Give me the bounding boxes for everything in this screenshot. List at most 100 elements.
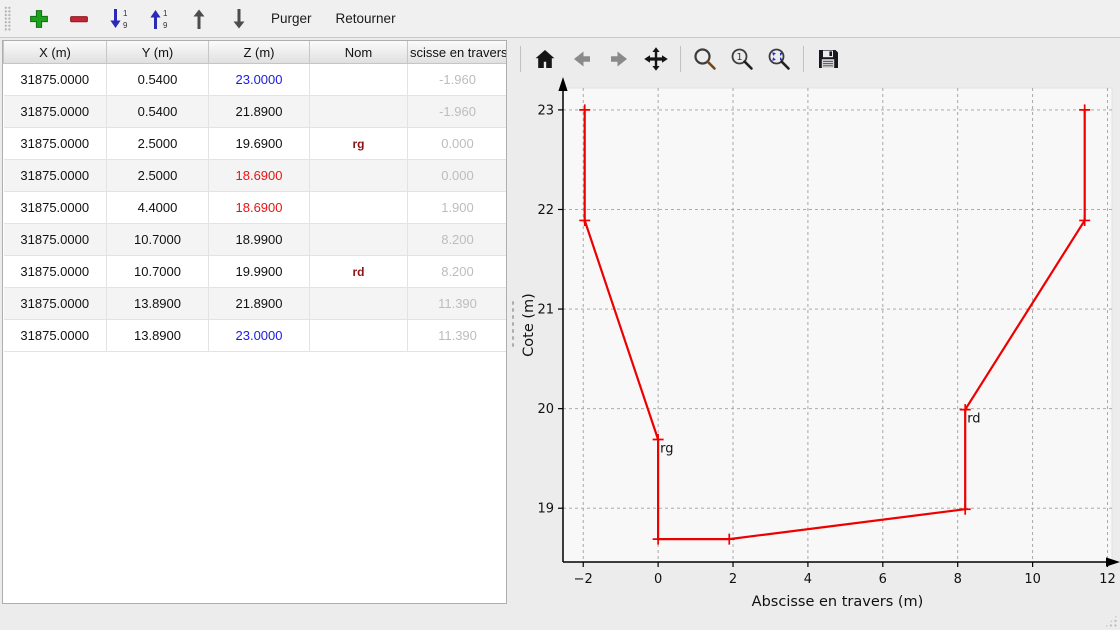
move-up-button[interactable]: [185, 5, 213, 33]
plot-area[interactable]: [563, 88, 1112, 562]
x-tick-label: 0: [654, 572, 662, 587]
svg-text:1: 1: [123, 9, 128, 18]
cell-nom[interactable]: rg: [310, 128, 408, 160]
cell-nom[interactable]: [310, 192, 408, 224]
purge-button[interactable]: Purger: [265, 6, 318, 31]
cell-z[interactable]: 21.8900: [209, 288, 310, 320]
x-tick-label: 6: [879, 572, 887, 587]
save-icon: [816, 47, 840, 71]
move-down-button[interactable]: [225, 5, 253, 33]
cell-nom[interactable]: [310, 288, 408, 320]
cell-y[interactable]: 0.5400: [107, 64, 209, 96]
cell-z[interactable]: 23.0000: [209, 320, 310, 352]
pan-button[interactable]: [643, 46, 669, 72]
cell-y[interactable]: 10.7000: [107, 256, 209, 288]
cell-z[interactable]: 23.0000: [209, 64, 310, 96]
cell-nom[interactable]: [310, 224, 408, 256]
cell-abscisse: -1.960: [408, 96, 508, 128]
y-tick-label: 21: [537, 303, 554, 318]
y-axis-arrow: [558, 77, 567, 91]
remove-row-button[interactable]: [65, 5, 93, 33]
cell-abscisse: 8.200: [408, 256, 508, 288]
flip-button[interactable]: Retourner: [330, 6, 402, 31]
cell-x[interactable]: 31875.0000: [4, 224, 107, 256]
y-axis-label: Cote (m): [521, 293, 537, 357]
splitter-handle[interactable]: [510, 298, 516, 350]
x-axis-label: Abscisse en travers (m): [752, 594, 924, 610]
home-button[interactable]: [532, 46, 558, 72]
cell-y[interactable]: 10.7000: [107, 224, 209, 256]
home-icon: [533, 47, 557, 71]
table-row: 31875.00000.540023.0000 -1.960: [4, 64, 508, 96]
table-row: 31875.000010.700018.99008.200: [4, 224, 508, 256]
cell-nom[interactable]: rd: [310, 256, 408, 288]
cell-abscisse: 0.000: [408, 160, 508, 192]
chart-panel: 1: [519, 40, 1120, 630]
remove-row-icon: [68, 8, 90, 30]
table-row: 31875.00000.540021.8900 -1.960: [4, 96, 508, 128]
column-header-nom[interactable]: Nom: [310, 41, 408, 64]
annotation-rg: rg: [660, 442, 673, 457]
x-tick-label: −2: [574, 572, 593, 587]
forward-button[interactable]: [606, 46, 632, 72]
column-header-abscisse[interactable]: scisse en travers: [408, 41, 508, 64]
x-tick-label: 12: [1099, 572, 1116, 587]
main-toolbar: 1 9 1 9 Purger Retourner: [0, 0, 1120, 38]
cell-y[interactable]: 13.8900: [107, 288, 209, 320]
column-header-y[interactable]: Y (m): [107, 41, 209, 64]
column-header-x[interactable]: X (m): [4, 41, 107, 64]
table-row: 31875.00002.500018.6900 0.000: [4, 160, 508, 192]
cell-x[interactable]: 31875.0000: [4, 96, 107, 128]
cell-x[interactable]: 31875.0000: [4, 288, 107, 320]
cell-z[interactable]: 19.6900: [209, 128, 310, 160]
x-tick-label: 10: [1024, 572, 1041, 587]
toolbar-drag-handle[interactable]: [4, 6, 11, 32]
add-row-button[interactable]: [25, 5, 53, 33]
back-icon: [570, 47, 594, 71]
cell-abscisse: -1.960: [408, 64, 508, 96]
toolbar-separator: [803, 46, 804, 72]
cell-z[interactable]: 18.6900: [209, 192, 310, 224]
svg-text:1: 1: [163, 9, 168, 18]
panel-splitter[interactable]: [507, 40, 519, 605]
cell-x[interactable]: 31875.0000: [4, 256, 107, 288]
cell-x[interactable]: 31875.0000: [4, 64, 107, 96]
table-row: 31875.00004.400018.6900 1.900: [4, 192, 508, 224]
table-row: 31875.000013.890023.000011.390: [4, 320, 508, 352]
y-tick-label: 22: [537, 203, 554, 218]
cell-nom[interactable]: [310, 320, 408, 352]
cell-x[interactable]: 31875.0000: [4, 320, 107, 352]
cross-section-chart[interactable]: −20246810121920212223Abscisse en travers…: [519, 76, 1120, 630]
cell-y[interactable]: 4.4000: [107, 192, 209, 224]
zoom-fit-icon: [766, 46, 792, 72]
y-tick-label: 23: [537, 103, 554, 118]
cell-z[interactable]: 21.8900: [209, 96, 310, 128]
cell-z[interactable]: 19.9900: [209, 256, 310, 288]
cell-z[interactable]: 18.9900: [209, 224, 310, 256]
zoom-icon: [692, 46, 718, 72]
cell-x[interactable]: 31875.0000: [4, 192, 107, 224]
back-button[interactable]: [569, 46, 595, 72]
column-header-z[interactable]: Z (m): [209, 41, 310, 64]
cell-x[interactable]: 31875.0000: [4, 160, 107, 192]
zoom-original-button[interactable]: 1: [729, 46, 755, 72]
cell-abscisse: 1.900: [408, 192, 508, 224]
pan-icon: [643, 46, 669, 72]
cell-z[interactable]: 18.6900: [209, 160, 310, 192]
forward-icon: [607, 47, 631, 71]
cell-y[interactable]: 2.5000: [107, 128, 209, 160]
save-button[interactable]: [815, 46, 841, 72]
y-tick-label: 19: [537, 502, 554, 517]
sort-descending-button[interactable]: 1 9: [105, 5, 133, 33]
sort-ascending-button[interactable]: 1 9: [145, 5, 173, 33]
cell-nom[interactable]: [310, 64, 408, 96]
svg-text:9: 9: [163, 21, 168, 30]
cell-nom[interactable]: [310, 96, 408, 128]
cell-y[interactable]: 0.5400: [107, 96, 209, 128]
zoom-fit-button[interactable]: [766, 46, 792, 72]
cell-y[interactable]: 2.5000: [107, 160, 209, 192]
cell-nom[interactable]: [310, 160, 408, 192]
cell-x[interactable]: 31875.0000: [4, 128, 107, 160]
cell-y[interactable]: 13.8900: [107, 320, 209, 352]
zoom-button[interactable]: [692, 46, 718, 72]
